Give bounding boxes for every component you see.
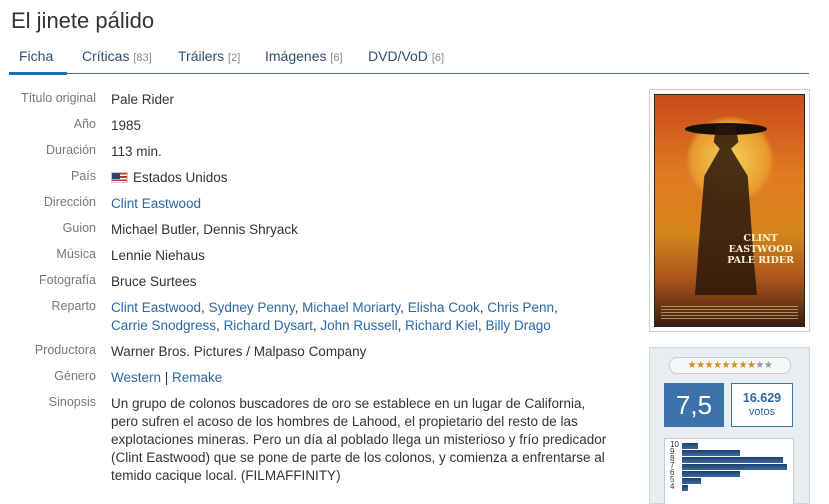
music: Lennie Niehaus <box>111 248 205 263</box>
cast-link[interactable]: Carrie Snodgress <box>111 318 216 333</box>
tab-ficha[interactable]: Ficha <box>19 48 53 64</box>
poster-title-line: EASTWOOD <box>728 244 793 255</box>
rating-histogram: 10 9 8 7 6 5 4 <box>664 438 794 504</box>
director-link[interactable]: Clint Eastwood <box>111 196 201 211</box>
genre-link[interactable]: Remake <box>172 370 222 385</box>
info-label: Duración <box>45 143 96 157</box>
info-label: Fotografía <box>39 273 96 287</box>
tab-label: DVD/VoD <box>368 48 428 64</box>
cast-link[interactable]: John Russell <box>320 318 397 333</box>
star-icon: ★ <box>696 360 705 371</box>
tab-count: [6] <box>431 52 445 64</box>
histogram-bar <box>682 443 698 449</box>
histogram-bar <box>682 478 701 484</box>
rating-panel: ★★★★★★★★★★ 7,5 16.629 votos 10 9 8 7 6 5 4 <box>649 347 810 504</box>
country-name: Estados Unidos <box>133 170 228 185</box>
star-rating: ★★★★★★★★★★ <box>669 357 791 374</box>
cast-link[interactable]: Clint Eastwood <box>111 300 201 315</box>
histogram-bar <box>682 471 740 477</box>
info-label: Género <box>54 369 96 383</box>
poster-credits <box>661 306 798 320</box>
info-label: Sinopsis <box>48 395 96 409</box>
info-label: Música <box>56 247 96 261</box>
cinematography: Bruce Surtees <box>111 274 197 289</box>
cast-link[interactable]: Chris Penn <box>487 300 554 315</box>
genre-list: Western | Remake <box>111 370 223 385</box>
info-label: Productora <box>34 343 96 357</box>
tab-label: Críticas <box>82 48 130 64</box>
poster-image: CLINT EASTWOOD PALE RIDER <box>654 94 805 327</box>
histogram-row: 4 <box>665 482 795 491</box>
star-icon: ★ <box>755 360 764 371</box>
info-label: País <box>70 169 96 183</box>
original-title: Pale Rider <box>111 92 175 107</box>
histogram-bar <box>682 464 787 470</box>
poster-title-line: PALE RIDER <box>727 255 794 266</box>
poster-title: CLINT EASTWOOD PALE RIDER <box>727 233 794 266</box>
production-company: Warner Bros. Pictures / Malpaso Company <box>111 344 367 359</box>
tab-label: Imágenes <box>265 48 327 64</box>
synopsis-text: Un grupo de colonos buscadores de oro se… <box>111 396 607 483</box>
histogram-row: 10 <box>665 440 795 449</box>
star-icon: ★ <box>704 360 714 371</box>
country: Estados Unidos <box>111 169 228 187</box>
star-icon: ★ <box>687 360 697 371</box>
tab-label: Tráilers <box>178 48 225 64</box>
cast-link[interactable]: Elisha Cook <box>408 300 480 315</box>
tab-criticas[interactable]: Críticas [83] <box>82 48 152 64</box>
star-icon: ★ <box>721 360 731 371</box>
cast-link[interactable]: Billy Drago <box>485 318 550 333</box>
tab-dvd-vod[interactable]: DVD/VoD [6] <box>368 48 444 64</box>
info-label: Dirección <box>43 195 96 209</box>
histogram-row: 9 <box>665 447 795 456</box>
average-rating: 7,5 <box>664 383 724 427</box>
histogram-row: 5 <box>665 475 795 484</box>
genre-link[interactable]: Western <box>111 370 161 385</box>
histogram-row: 6 <box>665 468 795 477</box>
cast-link[interactable]: Richard Kiel <box>405 318 478 333</box>
director: Clint Eastwood <box>111 195 201 213</box>
histogram-score: 4 <box>670 482 675 491</box>
histogram-row: 7 <box>665 461 795 470</box>
votes-count: 16.629 <box>742 391 782 405</box>
histogram-bar <box>682 457 783 463</box>
histogram-bar <box>682 485 688 491</box>
tab-imagenes[interactable]: Imágenes [6] <box>265 48 343 64</box>
us-flag-icon <box>111 172 128 183</box>
info-label: Reparto <box>51 299 96 313</box>
tab-count: [2] <box>228 52 241 64</box>
info-label: Guion <box>62 221 96 235</box>
page-title: El jinete pálido <box>11 8 155 33</box>
info-label: Título original <box>20 91 96 105</box>
movie-poster[interactable]: CLINT EASTWOOD PALE RIDER <box>649 89 810 332</box>
star-icon: ★ <box>763 360 773 371</box>
tab-bar: Ficha Críticas [83] Tráilers [2] Imágene… <box>9 42 809 75</box>
star-icon: ★ <box>713 360 722 371</box>
votes-label: votos <box>748 406 776 418</box>
screenplay: Michael Butler, Dennis Shryack <box>111 222 298 237</box>
tab-count: [83] <box>133 52 152 64</box>
active-tab-indicator <box>9 72 67 75</box>
cast-link[interactable]: Richard Dysart <box>224 318 313 333</box>
duration: 113 min. <box>111 144 162 159</box>
cast-link[interactable]: Michael Moriarty <box>302 300 400 315</box>
tab-label: Ficha <box>19 48 54 64</box>
poster-title-line: CLINT <box>743 233 778 244</box>
histogram-bar <box>682 450 740 456</box>
star-icon: ★ <box>738 360 747 371</box>
tab-count: [6] <box>330 52 343 64</box>
histogram-row: 8 <box>665 454 795 463</box>
year: 1985 <box>111 118 142 133</box>
tab-trailers[interactable]: Tráilers [2] <box>178 48 240 64</box>
votes-count-box[interactable]: 16.629 votos <box>731 383 793 427</box>
cast-list: Clint Eastwood, Sydney Penny, Michael Mo… <box>111 300 558 333</box>
info-label: Año <box>73 117 96 131</box>
cast-link[interactable]: Sydney Penny <box>209 300 295 315</box>
